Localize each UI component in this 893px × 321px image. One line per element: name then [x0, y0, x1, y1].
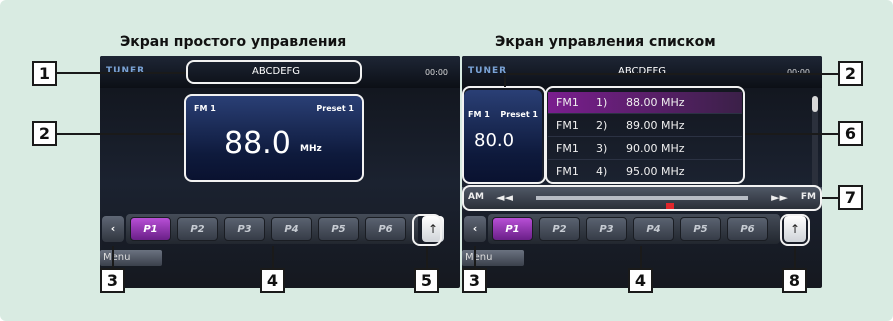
- preset-button-p2[interactable]: P2: [539, 217, 580, 241]
- callout-line: [112, 246, 114, 268]
- callout-line: [57, 133, 184, 135]
- preset-button-p6[interactable]: P6: [365, 217, 406, 241]
- callout-line: [57, 72, 186, 74]
- preset-button-p1[interactable]: P1: [492, 217, 533, 241]
- preset-button-p3[interactable]: P3: [586, 217, 627, 241]
- highlight-preset-list: [545, 86, 745, 184]
- callout-line: [474, 246, 476, 268]
- preset-button-p5[interactable]: P5: [680, 217, 721, 241]
- preset-button-p3[interactable]: P3: [224, 217, 265, 241]
- preset-bar: P1 P2 P3 P4 P5 P6: [126, 214, 418, 244]
- callout-6: 6: [838, 121, 863, 146]
- callout-7: 7: [838, 185, 863, 210]
- preset-button-p1[interactable]: P1: [130, 217, 171, 241]
- chevron-left-icon: ‹: [472, 222, 478, 235]
- callout-line: [426, 246, 428, 268]
- preset-button-p4[interactable]: P4: [271, 217, 312, 241]
- top-bar: TUNER ABCDEFG 00:00: [462, 56, 822, 88]
- highlight-up-button: [412, 214, 442, 246]
- callout-2-right: 2: [838, 61, 863, 86]
- menu-tab[interactable]: Menu: [462, 250, 524, 266]
- callout-line: [822, 197, 838, 199]
- highlight-up-button: [780, 214, 810, 246]
- highlight-frequency: [462, 86, 546, 184]
- scroll-thumb[interactable]: [812, 96, 818, 112]
- callout-line: [640, 246, 642, 268]
- figure-frame: Экран простого управления TUNER ABCDEFG …: [0, 0, 893, 321]
- chevron-left-icon: ‹: [110, 222, 116, 235]
- highlight-frequency: [184, 94, 364, 182]
- clock: 00:00: [424, 68, 448, 77]
- right-caption: Экран управления списком: [495, 34, 716, 50]
- menu-tab[interactable]: Menu: [100, 250, 162, 266]
- tuner-logo: TUNER: [468, 66, 508, 76]
- highlight-title: [186, 60, 362, 84]
- callout-line: [794, 246, 796, 268]
- preset-button-p4[interactable]: P4: [633, 217, 674, 241]
- callout-8: 8: [782, 268, 807, 293]
- callout-4: 4: [260, 268, 285, 293]
- callout-3-right: 3: [462, 268, 487, 293]
- preset-button-p5[interactable]: P5: [318, 217, 359, 241]
- highlight-seek-bar: [462, 185, 822, 211]
- preset-button-p6[interactable]: P6: [727, 217, 768, 241]
- tuner-logo: TUNER: [106, 66, 146, 76]
- callout-line: [745, 133, 838, 135]
- callout-4-right: 4: [628, 268, 653, 293]
- callout-line: [272, 246, 274, 268]
- callout-3: 3: [100, 268, 125, 293]
- preset-bar: P1 P2 P3 P4 P5 P6: [488, 214, 780, 244]
- callout-line: [504, 73, 838, 75]
- back-button[interactable]: ‹: [464, 216, 486, 242]
- callout-line: [504, 73, 506, 87]
- callout-2: 2: [32, 121, 57, 146]
- preset-button-p2[interactable]: P2: [177, 217, 218, 241]
- callout-5: 5: [414, 268, 439, 293]
- callout-1: 1: [32, 61, 57, 86]
- left-caption: Экран простого управления: [120, 34, 347, 50]
- back-button[interactable]: ‹: [102, 216, 124, 242]
- station-title[interactable]: ABCDEFG: [558, 63, 726, 81]
